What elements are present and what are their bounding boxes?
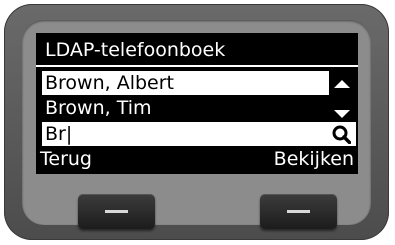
list-item-selected[interactable]: Brown, Albert — [42, 71, 329, 95]
phone-device: LDAP-telefoonboek Brown, Albert Brown, T… — [4, 4, 389, 240]
dash-icon — [287, 210, 310, 213]
screen-bezel: LDAP-telefoonboek Brown, Albert Brown, T… — [22, 20, 371, 229]
search-input[interactable]: Br| — [42, 122, 356, 146]
dash-icon — [105, 210, 128, 213]
screen-title: LDAP-telefoonboek — [45, 39, 226, 61]
search-input-value: Br| — [45, 123, 73, 145]
softkey-label-back: Terug — [40, 148, 92, 170]
title-divider — [36, 65, 358, 67]
softkey-label-view: Bekijken — [273, 148, 354, 170]
left-softkey-button[interactable] — [78, 194, 155, 229]
search-icon — [332, 125, 351, 144]
scroll-up-icon[interactable] — [334, 80, 350, 88]
list-item[interactable]: Brown, Tim — [42, 96, 329, 120]
scroll-down-icon[interactable] — [334, 110, 350, 118]
right-softkey-button[interactable] — [260, 194, 337, 229]
display-screen: LDAP-telefoonboek Brown, Albert Brown, T… — [36, 33, 358, 174]
